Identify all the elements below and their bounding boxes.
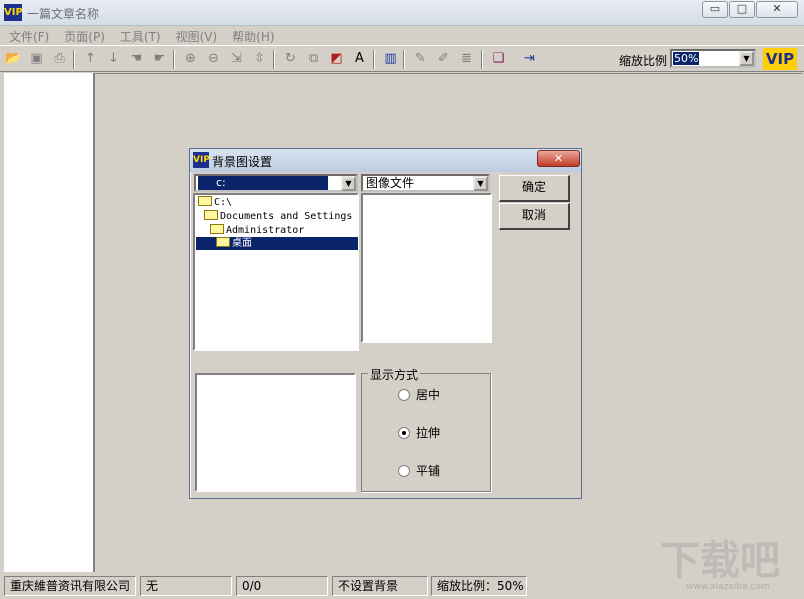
status-field: 无	[140, 576, 232, 596]
window-title: 一篇文章名称	[27, 7, 100, 21]
radio-checked-icon	[398, 426, 410, 439]
columns-icon[interactable]: ▥	[382, 51, 399, 67]
zoom-select[interactable]: 50% ▼	[670, 49, 756, 68]
arrow-down-icon[interactable]: ↓	[105, 51, 122, 67]
hand-icon[interactable]: ☚	[128, 51, 145, 67]
arrow-up-icon[interactable]: ↑	[82, 51, 99, 67]
menu-file[interactable]: 文件(F)	[0, 26, 55, 45]
toolbar-separator	[173, 50, 175, 69]
drive-select[interactable]: c: ▼	[194, 174, 358, 192]
status-background: 不设置背景	[332, 576, 428, 596]
color-icon[interactable]: ◩	[328, 51, 345, 67]
file-list[interactable]	[361, 193, 492, 343]
rotate-icon[interactable]: ↻	[282, 51, 299, 67]
folder-administrator[interactable]: Administrator	[210, 224, 304, 237]
edit-icon[interactable]: ✐	[435, 51, 452, 67]
zoom-value: 50%	[673, 52, 700, 65]
radio-icon	[398, 388, 410, 401]
radio-tile[interactable]: 平铺	[398, 462, 440, 479]
radio-label: 平铺	[416, 464, 441, 478]
tools-icon[interactable]: ✎	[412, 51, 429, 67]
list-icon[interactable]: ≣	[458, 51, 475, 67]
folder-label: C:\	[214, 197, 233, 208]
exit-icon[interactable]: ⇥	[521, 51, 538, 67]
folder-open-icon	[198, 196, 212, 206]
title-bar: VIP 一篇文章名称 ▭ □ ✕	[0, 0, 804, 26]
status-company: 重庆維普资讯有限公司	[4, 576, 136, 596]
ok-button[interactable]: 确定	[499, 175, 570, 202]
text-icon[interactable]: A	[351, 51, 368, 67]
print-icon[interactable]: ⎙	[51, 51, 68, 67]
watermark: 下载吧	[660, 538, 780, 584]
close-button[interactable]: ✕	[756, 1, 798, 18]
radio-icon	[398, 464, 410, 477]
menu-bar: 文件(F) 页面(P) 工具(T) 视图(V) 帮助(H)	[0, 26, 804, 45]
folder-label: 桌面	[232, 238, 252, 249]
folder-label: Administrator	[226, 225, 305, 236]
folder-desktop[interactable]: 桌面	[196, 237, 358, 250]
left-pane[interactable]	[4, 73, 95, 572]
toolbar-separator	[273, 50, 275, 69]
menu-view[interactable]: 视图(V)	[167, 26, 224, 45]
file-type-select[interactable]: 图像文件 ▼	[361, 174, 490, 192]
toolbar-separator	[403, 50, 405, 69]
dialog-title-bar: VIP 背景图设置 ✕	[190, 149, 581, 172]
folder-documents[interactable]: Documents and Settings	[204, 210, 352, 223]
radio-label: 居中	[416, 388, 441, 402]
brand-logo: VIP	[763, 48, 797, 70]
dialog-title: 背景图设置	[212, 155, 273, 169]
radio-label: 拉伸	[416, 426, 441, 440]
minimize-button[interactable]: ▭	[702, 1, 728, 18]
menu-page[interactable]: 页面(P)	[55, 26, 111, 45]
chevron-down-icon[interactable]: ▼	[341, 176, 356, 191]
preview-box	[195, 373, 356, 492]
drive-value: c:	[198, 176, 328, 190]
window-controls: ▭ □ ✕	[701, 1, 798, 18]
zoom-out-icon[interactable]: ⊖	[205, 51, 222, 67]
zoom-label: 缩放比例	[619, 54, 668, 68]
watermark-url: www.xiazaiba.com	[686, 582, 770, 592]
folder-label: Documents and Settings	[220, 211, 353, 222]
toolbar: 📂 ▣ ⎙ ↑ ↓ ☚ ☛ ⊕ ⊖ ⇲ ⇳ ↻ ⧉ ◩ A ▥ ✎ ✐ ≣ ❏ …	[0, 45, 804, 72]
status-zoom: 缩放比例：50%	[431, 576, 527, 596]
zoom-in-icon[interactable]: ⊕	[182, 51, 199, 67]
chevron-down-icon[interactable]: ▼	[473, 176, 488, 191]
folder-open-icon	[210, 224, 224, 234]
open-icon[interactable]: 📂	[5, 51, 22, 67]
radio-center[interactable]: 居中	[398, 386, 440, 403]
radio-stretch[interactable]: 拉伸	[398, 424, 440, 441]
hand-right-icon[interactable]: ☛	[151, 51, 168, 67]
menu-help[interactable]: 帮助(H)	[223, 26, 280, 45]
cancel-button[interactable]: 取消	[499, 203, 570, 230]
book-icon[interactable]: ❏	[490, 51, 507, 67]
chevron-down-icon[interactable]: ▼	[739, 51, 754, 66]
status-page: 0/0	[236, 576, 328, 596]
toolbar-separator	[73, 50, 75, 69]
save-icon[interactable]: ▣	[28, 51, 45, 67]
toolbar-separator	[481, 50, 483, 69]
maximize-button[interactable]: □	[729, 1, 755, 18]
fit-width-icon[interactable]: ⇲	[228, 51, 245, 67]
file-type-value: 图像文件	[366, 176, 415, 190]
dialog-logo: VIP	[193, 152, 210, 168]
fit-page-icon[interactable]: ⇳	[251, 51, 268, 67]
app-logo: VIP	[4, 4, 23, 21]
toolbar-separator	[373, 50, 375, 69]
copy-icon[interactable]: ⧉	[305, 51, 322, 67]
dialog-close-button[interactable]: ✕	[537, 150, 580, 167]
folder-root[interactable]: C:\	[198, 196, 232, 209]
menu-tools[interactable]: 工具(T)	[111, 26, 167, 45]
folder-open-icon	[204, 210, 218, 220]
display-mode-label: 显示方式	[368, 366, 421, 383]
folder-open-icon	[216, 237, 230, 247]
